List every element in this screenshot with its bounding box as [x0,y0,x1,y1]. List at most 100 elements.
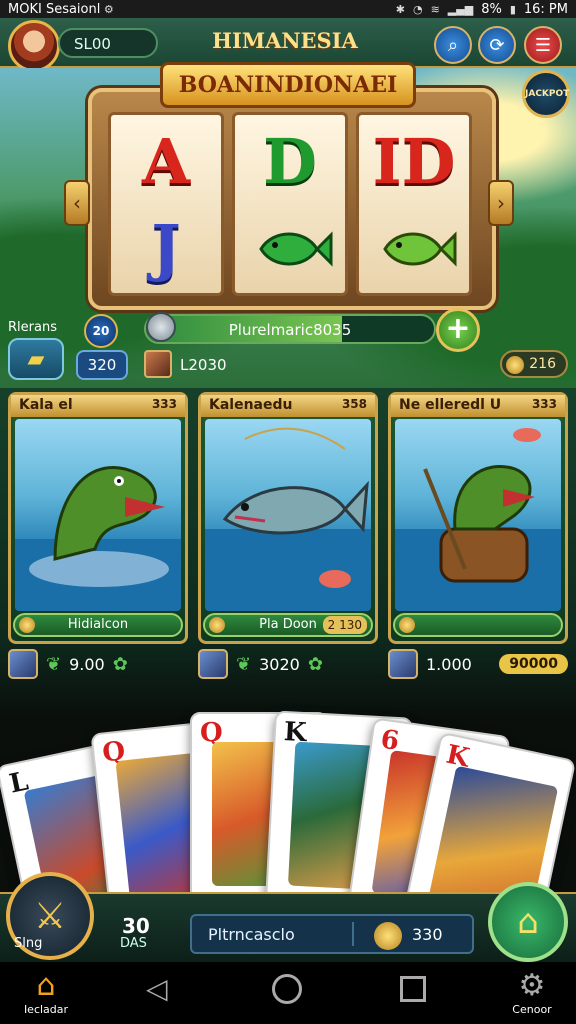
nav-back-button[interactable]: ◁ [146,972,168,1005]
crocodile-barrel-art-icon [395,428,561,611]
game-card[interactable]: Kalenaedu 358 Pla Doon 2 130 [198,392,378,644]
bet-sub-label: DAS [120,936,147,951]
card-count: 333 [151,397,177,411]
status-bar: MOKI Sesaionl ⚙ ✱ ◔ ≋ ▂▄▆ 8% ▮ 16: PM [0,0,576,18]
app-title: HIMANESIA [212,28,358,53]
card-footer-label: Hidialcon [67,617,129,632]
reel-1: A J [108,112,224,296]
wifi-icon: ≋ [430,2,440,16]
coin-icon [19,617,35,633]
gear-icon: ⚙ [518,968,546,1003]
nav-recents-button[interactable] [400,976,426,1002]
menu-icon: ☰ [534,34,552,56]
home-game-button[interactable]: ⌂ [488,882,568,962]
player-avatar [8,649,38,679]
card-scene [395,419,561,611]
fish-art-icon [205,427,371,611]
stat-value: 1.000 [426,654,472,674]
username-pill[interactable]: SL00 [58,28,158,58]
jackpot-badge[interactable]: JACKPOT [522,70,570,118]
chest-icon: ▰ [27,346,45,372]
chevron-right-icon: › [497,191,505,215]
slot-banner: BOANINDIONAEI [160,62,416,108]
fish-symbol-icon [383,231,457,267]
share-button[interactable]: ⟳ [478,26,516,64]
gold-value: 216 [529,356,556,372]
search-icon: ⌕ [447,34,459,56]
card-footer-value: 2 130 [322,616,367,634]
card-count: 333 [531,397,557,411]
game-card[interactable]: Kala el 333 Hidialcon [8,392,188,644]
info-panel[interactable]: Pltrncasclo 330 [190,914,474,954]
gold-coin-icon [506,356,524,374]
avatar[interactable] [8,20,60,72]
reel-symbol: J [151,211,181,284]
gold-coin-icon [374,922,402,950]
coin-icon [209,617,225,633]
card-footer[interactable]: Hidialcon [13,613,183,637]
slot-left-arrow[interactable]: ‹ [64,180,90,226]
card-header: Ne elleredl U 333 [391,395,565,417]
nav-home-button[interactable] [272,974,302,1004]
clover-icon: ✿ [307,653,323,675]
player-avatar [198,649,228,679]
leaf-icon: ❦ [236,653,252,675]
nav-settings[interactable]: ⚙ Cenoor [496,968,568,1016]
card-header: Kala el 333 [11,395,185,417]
bet-amount: 30 [122,914,150,938]
bet-value: L2030 [180,356,227,374]
info-value: 330 [412,925,443,944]
crocodile-art-icon [15,466,181,611]
menu-button[interactable]: ☰ [524,26,562,64]
card-footer[interactable] [393,613,563,637]
card-footer-label: Pla Doon [259,617,317,632]
card-title: Kalenaedu [209,397,293,413]
player-avatar [388,649,418,679]
collection-button[interactable]: ▰ [8,338,64,380]
nav-home[interactable]: ⌂ Iecladar [10,968,82,1016]
reel-symbol: D [263,125,317,198]
spin-label: Slng [14,936,43,951]
settings-small-icon: ⚙ [100,2,114,16]
reel-symbol: A [141,125,191,198]
stat-value: 9.00 [69,654,105,674]
coin-icon [399,617,415,633]
player-mini-avatar [144,350,172,378]
reel-3: ID [356,112,472,296]
progress-text: Plurelmaric8035 [228,321,352,339]
gold-balance[interactable]: 216 [500,350,568,378]
card-stat-row: ❦ 3020 ✿ [198,648,323,680]
search-button[interactable]: ⌕ [434,26,472,64]
stat-value: 3020 [259,654,300,674]
card-scene [205,419,371,611]
info-text: Pltrncasclo [208,925,295,944]
nav-home-label: Iecladar [23,1003,69,1016]
battery-icon: ▮ [509,2,516,16]
house-icon: ⌂ [36,968,56,1003]
card-stat-row: 1.000 90000 [388,648,568,680]
card-scene [15,419,181,611]
level-label: Rlerans [8,320,57,335]
bluetooth-icon: ✱ [395,2,405,16]
back-triangle-icon: ◁ [146,972,168,1005]
clover-icon: ✿ [112,653,128,675]
add-button[interactable]: + [436,308,480,352]
stat-pill[interactable]: 90000 [499,654,568,674]
game-card[interactable]: Ne elleredl U 333 [388,392,568,644]
level-badge: 20 [84,314,118,348]
card-title: Ne elleredl U [399,397,502,413]
progress-bar: Plurelmaric8035 [144,314,436,344]
bet-pill[interactable]: 320 [76,350,128,380]
reel-symbol: ID [372,125,456,198]
status-left-text: MOKI Sesaionl [8,1,101,17]
nav-settings-label: Cenoor [512,1003,552,1016]
clock: 16: PM [523,1,568,17]
card-stat-row: ❦ 9.00 ✿ [8,648,128,680]
crossed-swords-icon: ⚔ [33,895,67,937]
reel-2: D [232,112,348,296]
signal-icon: ▂▄▆ [447,2,474,16]
alarm-icon: ◔ [412,2,423,16]
card-footer[interactable]: Pla Doon 2 130 [203,613,373,637]
slot-right-arrow[interactable]: › [488,180,514,226]
chevron-left-icon: ‹ [73,191,81,215]
